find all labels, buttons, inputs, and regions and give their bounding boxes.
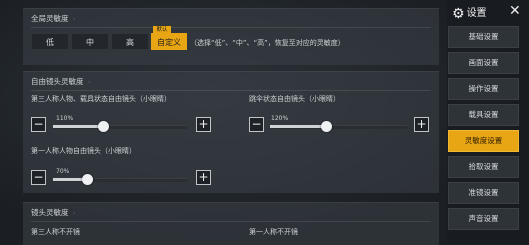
free-look-title: 自由镜头灵敏度 bbox=[31, 77, 84, 86]
settings-title: 设置 bbox=[466, 8, 487, 19]
slider-handle[interactable] bbox=[321, 121, 332, 132]
section-dot-icon: ◦ bbox=[72, 210, 77, 217]
tpp-free-look-label: 第三人称人物、载具状态自由镜头（小眼睛） bbox=[31, 95, 171, 103]
plus-icon: + bbox=[416, 117, 427, 131]
fpp-free-look-value: 70% bbox=[56, 168, 70, 175]
settings-header: ⚙ 设置 bbox=[452, 4, 487, 22]
tpp-no-scope-label: 第三人称不开镜 bbox=[31, 228, 80, 236]
preset-medium-button[interactable]: 中 bbox=[71, 33, 109, 50]
fpp-plus-button[interactable]: + bbox=[196, 170, 211, 185]
slider-handle[interactable] bbox=[82, 174, 93, 185]
preset-low-button[interactable]: 低 bbox=[31, 33, 69, 50]
plus-icon: + bbox=[198, 117, 209, 131]
sidebar-item-vehicle[interactable]: 载具设置 bbox=[448, 104, 519, 126]
gear-icon: ⚙ bbox=[452, 6, 465, 22]
sidebar-item-controls[interactable]: 操作设置 bbox=[448, 78, 519, 100]
plus-icon: + bbox=[198, 170, 209, 184]
sidebar-item-audio[interactable]: 声音设置 bbox=[448, 208, 519, 230]
sensitivity-preset-group: 低 中 高 自定义 bbox=[31, 33, 187, 50]
sidebar-item-crosshair[interactable]: 准镜设置 bbox=[448, 182, 519, 204]
section-dot-icon: ◦ bbox=[87, 79, 92, 86]
minus-icon: − bbox=[251, 117, 262, 131]
preset-high-button[interactable]: 高 bbox=[111, 33, 149, 50]
preset-custom-button[interactable]: 自定义 bbox=[151, 33, 187, 50]
camera-sensitivity-title: 镜头灵敏度 bbox=[31, 208, 69, 217]
parachute-minus-button[interactable]: − bbox=[249, 117, 264, 132]
fpp-minus-button[interactable]: − bbox=[31, 170, 46, 185]
parachute-free-look-slider[interactable] bbox=[270, 121, 407, 132]
tpp-free-look-slider[interactable] bbox=[53, 121, 187, 132]
sidebar-item-basic[interactable]: 基础设置 bbox=[448, 26, 519, 48]
tpp-plus-button[interactable]: + bbox=[196, 117, 211, 132]
fpp-free-look-slider[interactable] bbox=[53, 174, 187, 185]
parachute-free-look-label: 跳伞状态自由镜头（小眼睛） bbox=[249, 95, 340, 103]
minus-icon: − bbox=[33, 170, 44, 184]
slider-fill bbox=[53, 125, 103, 128]
section-dot-icon: ◦ bbox=[72, 16, 77, 23]
preset-note: （选择“低”、“中”、“高”，恢复至对应的灵敏度） bbox=[190, 39, 345, 47]
camera-sensitivity-panel: 镜头灵敏度 ◦ bbox=[23, 202, 439, 245]
parachute-free-look-value: 120% bbox=[271, 115, 289, 122]
tpp-minus-button[interactable]: − bbox=[31, 117, 46, 132]
global-sensitivity-title: 全局灵敏度 bbox=[31, 14, 69, 23]
sidebar-item-graphics[interactable]: 画面设置 bbox=[448, 52, 519, 74]
sidebar-item-sensitivity[interactable]: 灵敏度设置 bbox=[448, 130, 519, 152]
parachute-plus-button[interactable]: + bbox=[414, 117, 429, 132]
divider bbox=[31, 90, 431, 91]
divider bbox=[31, 27, 431, 28]
tpp-free-look-value: 110% bbox=[56, 115, 74, 122]
fpp-free-look-label: 第一人称人物自由镜头（小眼睛） bbox=[31, 147, 136, 155]
sidebar-item-pickup[interactable]: 拾取设置 bbox=[448, 156, 519, 178]
slider-fill bbox=[270, 125, 326, 128]
minus-icon: − bbox=[33, 117, 44, 131]
divider bbox=[31, 221, 431, 222]
fpp-no-scope-label: 第一人称不开镜 bbox=[249, 228, 298, 236]
close-icon[interactable]: ✕ bbox=[509, 3, 521, 19]
slider-handle[interactable] bbox=[98, 121, 109, 132]
